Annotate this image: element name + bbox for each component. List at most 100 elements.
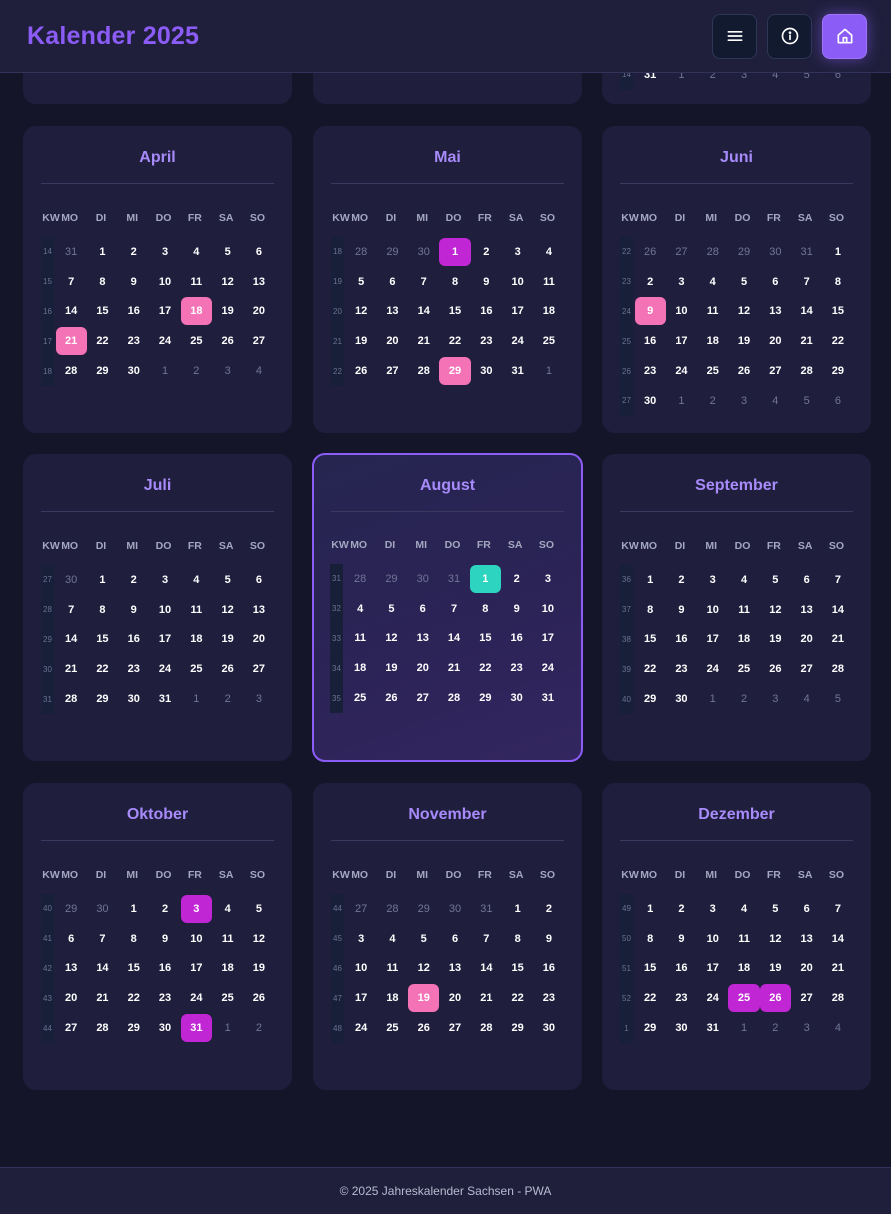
day-cell[interactable]: 8 xyxy=(87,596,118,624)
home-button[interactable] xyxy=(822,13,867,59)
day-cell[interactable]: 29 xyxy=(635,685,666,713)
day-cell[interactable]: 30 xyxy=(501,684,532,712)
adjacent-month-day-cell[interactable]: 28 xyxy=(346,238,377,266)
day-cell[interactable]: 3 xyxy=(149,566,180,594)
adjacent-month-day-cell[interactable]: 4 xyxy=(760,387,791,415)
adjacent-month-day-cell[interactable]: 31 xyxy=(56,238,87,266)
day-cell[interactable]: 14 xyxy=(56,625,87,653)
adjacent-month-day-cell[interactable]: 4 xyxy=(791,685,822,713)
day-cell[interactable]: 6 xyxy=(56,925,87,953)
day-cell[interactable]: 1 xyxy=(502,895,533,923)
day-cell[interactable]: 1 xyxy=(635,566,666,594)
adjacent-month-day-cell[interactable]: 30 xyxy=(407,565,438,593)
day-cell[interactable]: 17 xyxy=(502,297,533,325)
day-cell[interactable]: 4 xyxy=(181,566,212,594)
adjacent-month-day-cell[interactable]: 2 xyxy=(212,685,243,713)
adjacent-month-day-cell[interactable]: 3 xyxy=(728,73,759,89)
day-cell[interactable]: 13 xyxy=(56,954,87,982)
day-cell[interactable]: 9 xyxy=(533,925,564,953)
day-cell[interactable]: 11 xyxy=(377,954,408,982)
day-cell[interactable]: 4 xyxy=(697,268,728,296)
day-cell[interactable]: 19 xyxy=(376,654,407,682)
day-cell[interactable]: 12 xyxy=(212,596,243,624)
day-cell[interactable]: 15 xyxy=(822,297,853,325)
day-cell[interactable]: 11 xyxy=(345,624,376,652)
day-cell[interactable]: 16 xyxy=(118,297,149,325)
day-cell[interactable]: 22 xyxy=(87,655,118,683)
day-cell[interactable]: 12 xyxy=(728,297,759,325)
day-cell[interactable]: 18 xyxy=(728,954,759,982)
adjacent-month-day-cell[interactable]: 2 xyxy=(243,1014,274,1042)
day-cell[interactable]: 24 xyxy=(502,327,533,355)
day-cell[interactable]: 24 xyxy=(149,327,180,355)
day-cell[interactable]: 18 xyxy=(181,625,212,653)
school-holiday-day-cell[interactable]: 21 xyxy=(55,327,87,356)
day-cell[interactable]: 2 xyxy=(666,566,697,594)
day-cell[interactable]: 28 xyxy=(791,357,822,385)
adjacent-month-day-cell[interactable]: 30 xyxy=(408,238,439,266)
adjacent-month-day-cell[interactable]: 4 xyxy=(822,1014,853,1042)
day-cell[interactable]: 22 xyxy=(439,327,470,355)
holiday-day-cell[interactable]: 26 xyxy=(759,984,791,1013)
day-cell[interactable]: 8 xyxy=(439,268,470,296)
day-cell[interactable]: 18 xyxy=(533,297,564,325)
day-cell[interactable]: 26 xyxy=(212,327,243,355)
adjacent-month-day-cell[interactable]: 29 xyxy=(376,565,407,593)
day-cell[interactable]: 5 xyxy=(408,925,439,953)
adjacent-month-day-cell[interactable]: 26 xyxy=(635,238,666,266)
day-cell[interactable]: 15 xyxy=(439,297,470,325)
day-cell[interactable]: 14 xyxy=(408,297,439,325)
day-cell[interactable]: 3 xyxy=(149,238,180,266)
day-cell[interactable]: 9 xyxy=(501,595,532,623)
day-cell[interactable]: 23 xyxy=(501,654,532,682)
day-cell[interactable]: 24 xyxy=(666,357,697,385)
day-cell[interactable]: 6 xyxy=(760,268,791,296)
day-cell[interactable]: 1 xyxy=(87,566,118,594)
day-cell[interactable]: 28 xyxy=(822,984,853,1012)
day-cell[interactable]: 9 xyxy=(666,596,697,624)
day-cell[interactable]: 6 xyxy=(243,238,274,266)
day-cell[interactable]: 31 xyxy=(697,1014,728,1042)
day-cell[interactable]: 11 xyxy=(728,925,759,953)
adjacent-month-day-cell[interactable]: 4 xyxy=(760,73,791,89)
day-cell[interactable]: 28 xyxy=(56,357,87,385)
day-cell[interactable]: 13 xyxy=(407,624,438,652)
day-cell[interactable]: 27 xyxy=(439,1014,470,1042)
day-cell[interactable]: 5 xyxy=(212,566,243,594)
adjacent-month-day-cell[interactable]: 1 xyxy=(666,73,697,89)
day-cell[interactable]: 17 xyxy=(697,954,728,982)
day-cell[interactable]: 31 xyxy=(502,357,533,385)
adjacent-month-day-cell[interactable]: 27 xyxy=(346,895,377,923)
adjacent-month-day-cell[interactable]: 31 xyxy=(791,238,822,266)
day-cell[interactable]: 16 xyxy=(149,954,180,982)
day-cell[interactable]: 3 xyxy=(697,895,728,923)
day-cell[interactable]: 30 xyxy=(666,685,697,713)
school-holiday-day-cell[interactable]: 29 xyxy=(439,357,471,386)
adjacent-month-day-cell[interactable]: 5 xyxy=(791,73,822,89)
calendar-scroll-area[interactable]: 14 31 1 2 3 4 5 6 April KW MO DI MI DO FR SA SO 14 31 1 2 3 4 5… xyxy=(0,73,891,1167)
day-cell[interactable]: 4 xyxy=(533,238,564,266)
adjacent-month-day-cell[interactable]: 31 xyxy=(471,895,502,923)
adjacent-month-day-cell[interactable]: 2 xyxy=(697,73,728,89)
day-cell[interactable]: 21 xyxy=(438,654,469,682)
day-cell[interactable]: 2 xyxy=(666,895,697,923)
day-cell[interactable]: 19 xyxy=(760,625,791,653)
day-cell[interactable]: 15 xyxy=(635,625,666,653)
today-day-cell[interactable]: 1 xyxy=(469,564,501,593)
day-cell[interactable]: 25 xyxy=(697,357,728,385)
adjacent-month-day-cell[interactable]: 1 xyxy=(666,387,697,415)
day-cell[interactable]: 18 xyxy=(377,984,408,1012)
day-cell[interactable]: 18 xyxy=(345,654,376,682)
day-cell[interactable]: 6 xyxy=(377,268,408,296)
day-cell[interactable]: 10 xyxy=(181,925,212,953)
day-cell[interactable]: 6 xyxy=(791,895,822,923)
day-cell[interactable]: 2 xyxy=(533,895,564,923)
adjacent-month-day-cell[interactable]: 28 xyxy=(377,895,408,923)
day-cell[interactable]: 8 xyxy=(635,596,666,624)
info-button[interactable] xyxy=(767,13,812,59)
day-cell[interactable]: 5 xyxy=(376,595,407,623)
day-cell[interactable]: 13 xyxy=(791,596,822,624)
day-cell[interactable]: 26 xyxy=(760,655,791,683)
day-cell[interactable]: 8 xyxy=(87,268,118,296)
day-cell[interactable]: 27 xyxy=(791,655,822,683)
